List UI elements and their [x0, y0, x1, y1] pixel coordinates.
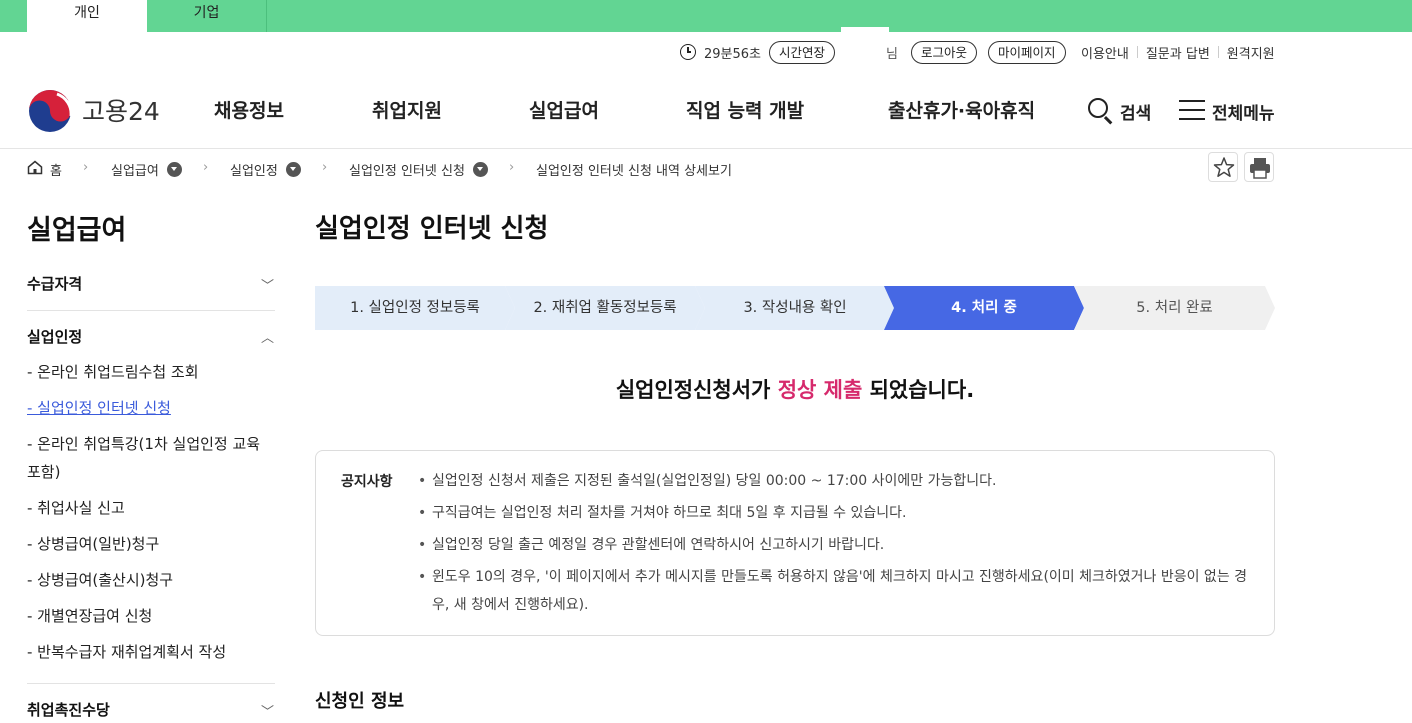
- chevron-down-icon[interactable]: ﹀: [261, 275, 274, 294]
- nav-employment-support[interactable]: 취업지원: [372, 96, 442, 123]
- tab-business[interactable]: 기업: [147, 0, 267, 32]
- chevron-right-icon: ›: [322, 160, 328, 175]
- breadcrumb-item-1[interactable]: 실업급여: [111, 158, 182, 180]
- logout-button[interactable]: 로그아웃: [911, 40, 978, 64]
- logout-wrap: 로그아웃: [911, 40, 978, 64]
- tab-personal[interactable]: 개인: [27, 0, 147, 32]
- chevron-up-icon[interactable]: ︿: [261, 327, 274, 346]
- notice-box: 공지사항 실업인정 신청서 제출은 지정된 출석일(실업인정일) 당일 00:0…: [315, 450, 1275, 636]
- sidebar-item-sickness-general[interactable]: - 상병급여(일반)청구: [27, 530, 275, 558]
- printer-icon: [1250, 158, 1270, 179]
- print-button[interactable]: [1244, 152, 1274, 182]
- dropdown-icon[interactable]: [285, 161, 301, 177]
- nav-vocational-training[interactable]: 직업 능력 개발: [686, 96, 804, 123]
- result-highlight: 정상 제출: [777, 378, 863, 402]
- extend-time-button-wrap: 시간연장: [769, 40, 836, 64]
- menu-icon[interactable]: [1179, 100, 1205, 121]
- step-4-current: 4. 처리 중: [884, 286, 1084, 330]
- qna-link[interactable]: 질문과 답변: [1146, 43, 1210, 62]
- mypage-wrap: 마이페이지: [988, 40, 1066, 64]
- user-name-suffix: 님: [886, 46, 898, 62]
- clock-icon: [680, 44, 696, 60]
- sidebar-divider: [27, 683, 275, 684]
- nav-unemployment-benefit[interactable]: 실업급여: [529, 96, 599, 123]
- sidebar-item-dream-notebook[interactable]: - 온라인 취업드림수첩 조회: [27, 358, 275, 386]
- breadcrumb-current: 실업인정 인터넷 신청 내역 상세보기: [536, 163, 732, 179]
- mypage-button[interactable]: 마이페이지: [988, 40, 1066, 64]
- step-5: 5. 처리 완료: [1074, 286, 1275, 330]
- sidebar-item-employment-report[interactable]: - 취업사실 신고: [27, 494, 275, 522]
- bookmark-button[interactable]: [1208, 152, 1238, 182]
- search-button[interactable]: 검색: [1120, 99, 1151, 124]
- sidebar-divider: [27, 310, 275, 311]
- step-3: 3. 작성내용 확인: [695, 286, 895, 330]
- sidebar-section-certification[interactable]: 실업인정: [27, 326, 82, 347]
- sidebar-section-reemployment-allowance[interactable]: 취업촉진수당: [27, 699, 110, 720]
- progress-steps: 1. 실업인정 정보등록 2. 재취업 활동정보등록 3. 작성내용 확인 4.…: [315, 286, 1275, 330]
- notice-label: 공지사항: [341, 474, 393, 490]
- notice-item: 윈도우 10의 경우, '이 페이지에서 추가 메시지를 만들도록 허용하지 않…: [418, 563, 1248, 619]
- utility-links: 이용안내 질문과 답변 원격지원: [1081, 40, 1275, 64]
- sidebar-item-internet-application[interactable]: - 실업인정 인터넷 신청: [27, 394, 275, 422]
- page-title: 실업인정 인터넷 신청: [315, 214, 549, 244]
- sidebar-title: 실업급여: [27, 215, 127, 246]
- all-menu-button[interactable]: 전체메뉴: [1212, 99, 1275, 124]
- taegeuk-logo-icon[interactable]: [27, 88, 73, 134]
- step-2: 2. 재취업 활동정보등록: [505, 286, 705, 330]
- notice-item: 실업인정 신청서 제출은 지정된 출석일(실업인정일) 당일 00:00 ~ 1…: [418, 467, 1248, 495]
- chevron-down-icon[interactable]: ﹀: [261, 701, 274, 720]
- sidebar-item-sickness-childbirth[interactable]: - 상병급여(출산시)청구: [27, 566, 275, 594]
- breadcrumb-item-2[interactable]: 실업인정: [230, 158, 301, 180]
- dropdown-icon[interactable]: [166, 161, 182, 177]
- header-divider: [0, 148, 1412, 149]
- sidebar-item-online-lecture[interactable]: - 온라인 취업특강(1차 실업인정 교육 포함): [27, 430, 275, 486]
- divider: [1217, 46, 1219, 58]
- notice-item: 구직급여는 실업인정 처리 절차를 거쳐야 하므로 최대 5일 후 지급될 수 …: [418, 499, 1248, 527]
- sidebar-item-reemployment-plan[interactable]: - 반복수급자 재취업계획서 작성: [27, 638, 275, 666]
- nav-maternity-leave[interactable]: 출산휴가·육아휴직: [888, 96, 1035, 123]
- breadcrumb-home[interactable]: 홈: [50, 158, 62, 180]
- session-timer: 29분56초: [704, 46, 762, 62]
- submission-result-message: 실업인정신청서가 정상 제출 되었습니다.: [615, 378, 975, 402]
- notice-list: 실업인정 신청서 제출은 지정된 출석일(실업인정일) 당일 00:00 ~ 1…: [418, 467, 1248, 623]
- home-icon[interactable]: [27, 160, 43, 175]
- remote-support-link[interactable]: 원격지원: [1227, 43, 1275, 62]
- logo-text[interactable]: 고용24: [82, 92, 160, 128]
- dropdown-icon[interactable]: [472, 161, 488, 177]
- breadcrumb-item-3[interactable]: 실업인정 인터넷 신청: [349, 158, 488, 180]
- search-icon[interactable]: [1088, 98, 1108, 118]
- chevron-right-icon: ›: [203, 160, 209, 175]
- guide-link[interactable]: 이용안내: [1081, 43, 1129, 62]
- notice-item: 실업인정 당일 출근 예정일 경우 관할센터에 연락하시어 신고하시기 바랍니다…: [418, 531, 1248, 559]
- step-1: 1. 실업인정 정보등록: [315, 286, 515, 330]
- sidebar-section-eligibility[interactable]: 수급자격: [27, 273, 82, 294]
- chevron-right-icon: ›: [509, 160, 515, 175]
- nav-recruit[interactable]: 채용정보: [214, 96, 284, 123]
- strip-notch: [841, 27, 889, 32]
- chevron-right-icon: ›: [83, 160, 89, 175]
- applicant-info-heading: 신청인 정보: [315, 691, 405, 712]
- sidebar-item-extended-benefit[interactable]: - 개별연장급여 신청: [27, 602, 275, 630]
- extend-time-button[interactable]: 시간연장: [769, 40, 836, 64]
- star-icon: [1213, 157, 1235, 177]
- divider: [1136, 46, 1138, 58]
